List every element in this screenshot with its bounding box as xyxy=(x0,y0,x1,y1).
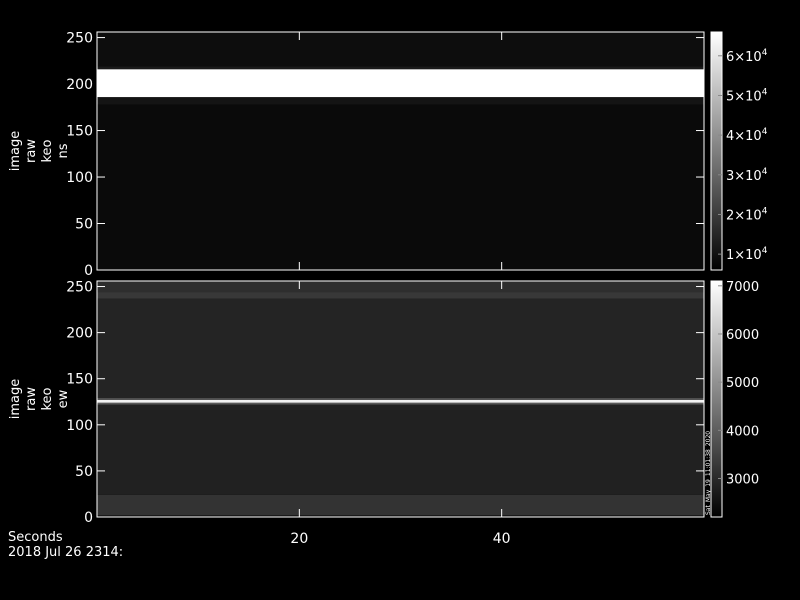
top-band-3 xyxy=(97,66,704,70)
top-ytick-label: 150 xyxy=(66,124,93,140)
bottom-ylabel-word: raw xyxy=(24,387,39,411)
bottom-cb-tick-label: 7000 xyxy=(726,280,759,295)
top-band-4 xyxy=(97,32,704,67)
bottom-band-3 xyxy=(97,402,704,405)
top-band-0 xyxy=(97,104,704,270)
top-cb-tick-label: 4×104 xyxy=(726,127,768,144)
bottom-band-6 xyxy=(97,298,704,399)
timestamp-annotation: Sat_May_19_11:01:38_2020 xyxy=(705,431,712,515)
top-ytick-label: 0 xyxy=(84,263,93,279)
bottom-band-5 xyxy=(97,398,704,400)
top-ylabel-word: ns xyxy=(56,143,71,158)
bottom-xtick-label: 40 xyxy=(493,531,511,547)
top-ytick-label: 250 xyxy=(66,31,93,47)
bottom-ylabel-word: image xyxy=(8,379,23,420)
bottom-cb-tick-label: 3000 xyxy=(726,472,759,487)
top-band-1 xyxy=(97,97,704,105)
top-cb-tick-label: 6×104 xyxy=(726,48,768,65)
top-ylabel-word: image xyxy=(8,131,23,172)
bottom-ytick-label: 150 xyxy=(66,372,93,388)
bottom-band-2 xyxy=(97,404,704,495)
bottom-ytick-label: 250 xyxy=(66,280,93,296)
top-band-2 xyxy=(97,69,704,98)
top-cb-tick-label: 1×104 xyxy=(726,246,768,263)
keogram-figure: 050100150200250image raw keo ns1×1042×1043×… xyxy=(8,31,768,547)
bottom-band-4 xyxy=(97,399,704,403)
bottom-ytick-label: 100 xyxy=(66,418,93,434)
bottom-colorbar xyxy=(711,281,722,517)
bottom-ytick-label: 200 xyxy=(66,326,93,342)
top-ytick-label: 200 xyxy=(66,77,93,93)
bottom-band-1 xyxy=(97,494,704,516)
bottom-cb-tick-label: 4000 xyxy=(726,424,759,439)
top-ytick-label: 50 xyxy=(75,217,93,233)
top-cb-tick-label: 5×104 xyxy=(726,87,768,104)
bottom-ylabel-word: ew xyxy=(56,389,71,408)
bottom-cb-tick-label: 6000 xyxy=(726,328,759,343)
top-cb-tick-label: 2×104 xyxy=(726,206,768,223)
x-axis-label: Seconds xyxy=(8,530,63,545)
top-cb-tick-label: 3×104 xyxy=(726,167,768,184)
bottom-ytick-label: 50 xyxy=(75,464,93,480)
bottom-cb-tick-label: 5000 xyxy=(726,376,759,391)
top-colorbar xyxy=(711,32,722,270)
top-ylabel-word: raw xyxy=(24,139,39,163)
top-ylabel-word: keo xyxy=(40,139,55,162)
bottom-ytick-label: 0 xyxy=(84,510,93,526)
bottom-ylabel-word: keo xyxy=(40,387,55,410)
date-label: 2018 Jul 26 2314: xyxy=(8,545,124,560)
bottom-xtick-label: 20 xyxy=(290,531,308,547)
top-ytick-label: 100 xyxy=(66,170,93,186)
bottom-band-7 xyxy=(97,292,704,299)
bottom-band-8 xyxy=(97,281,704,293)
